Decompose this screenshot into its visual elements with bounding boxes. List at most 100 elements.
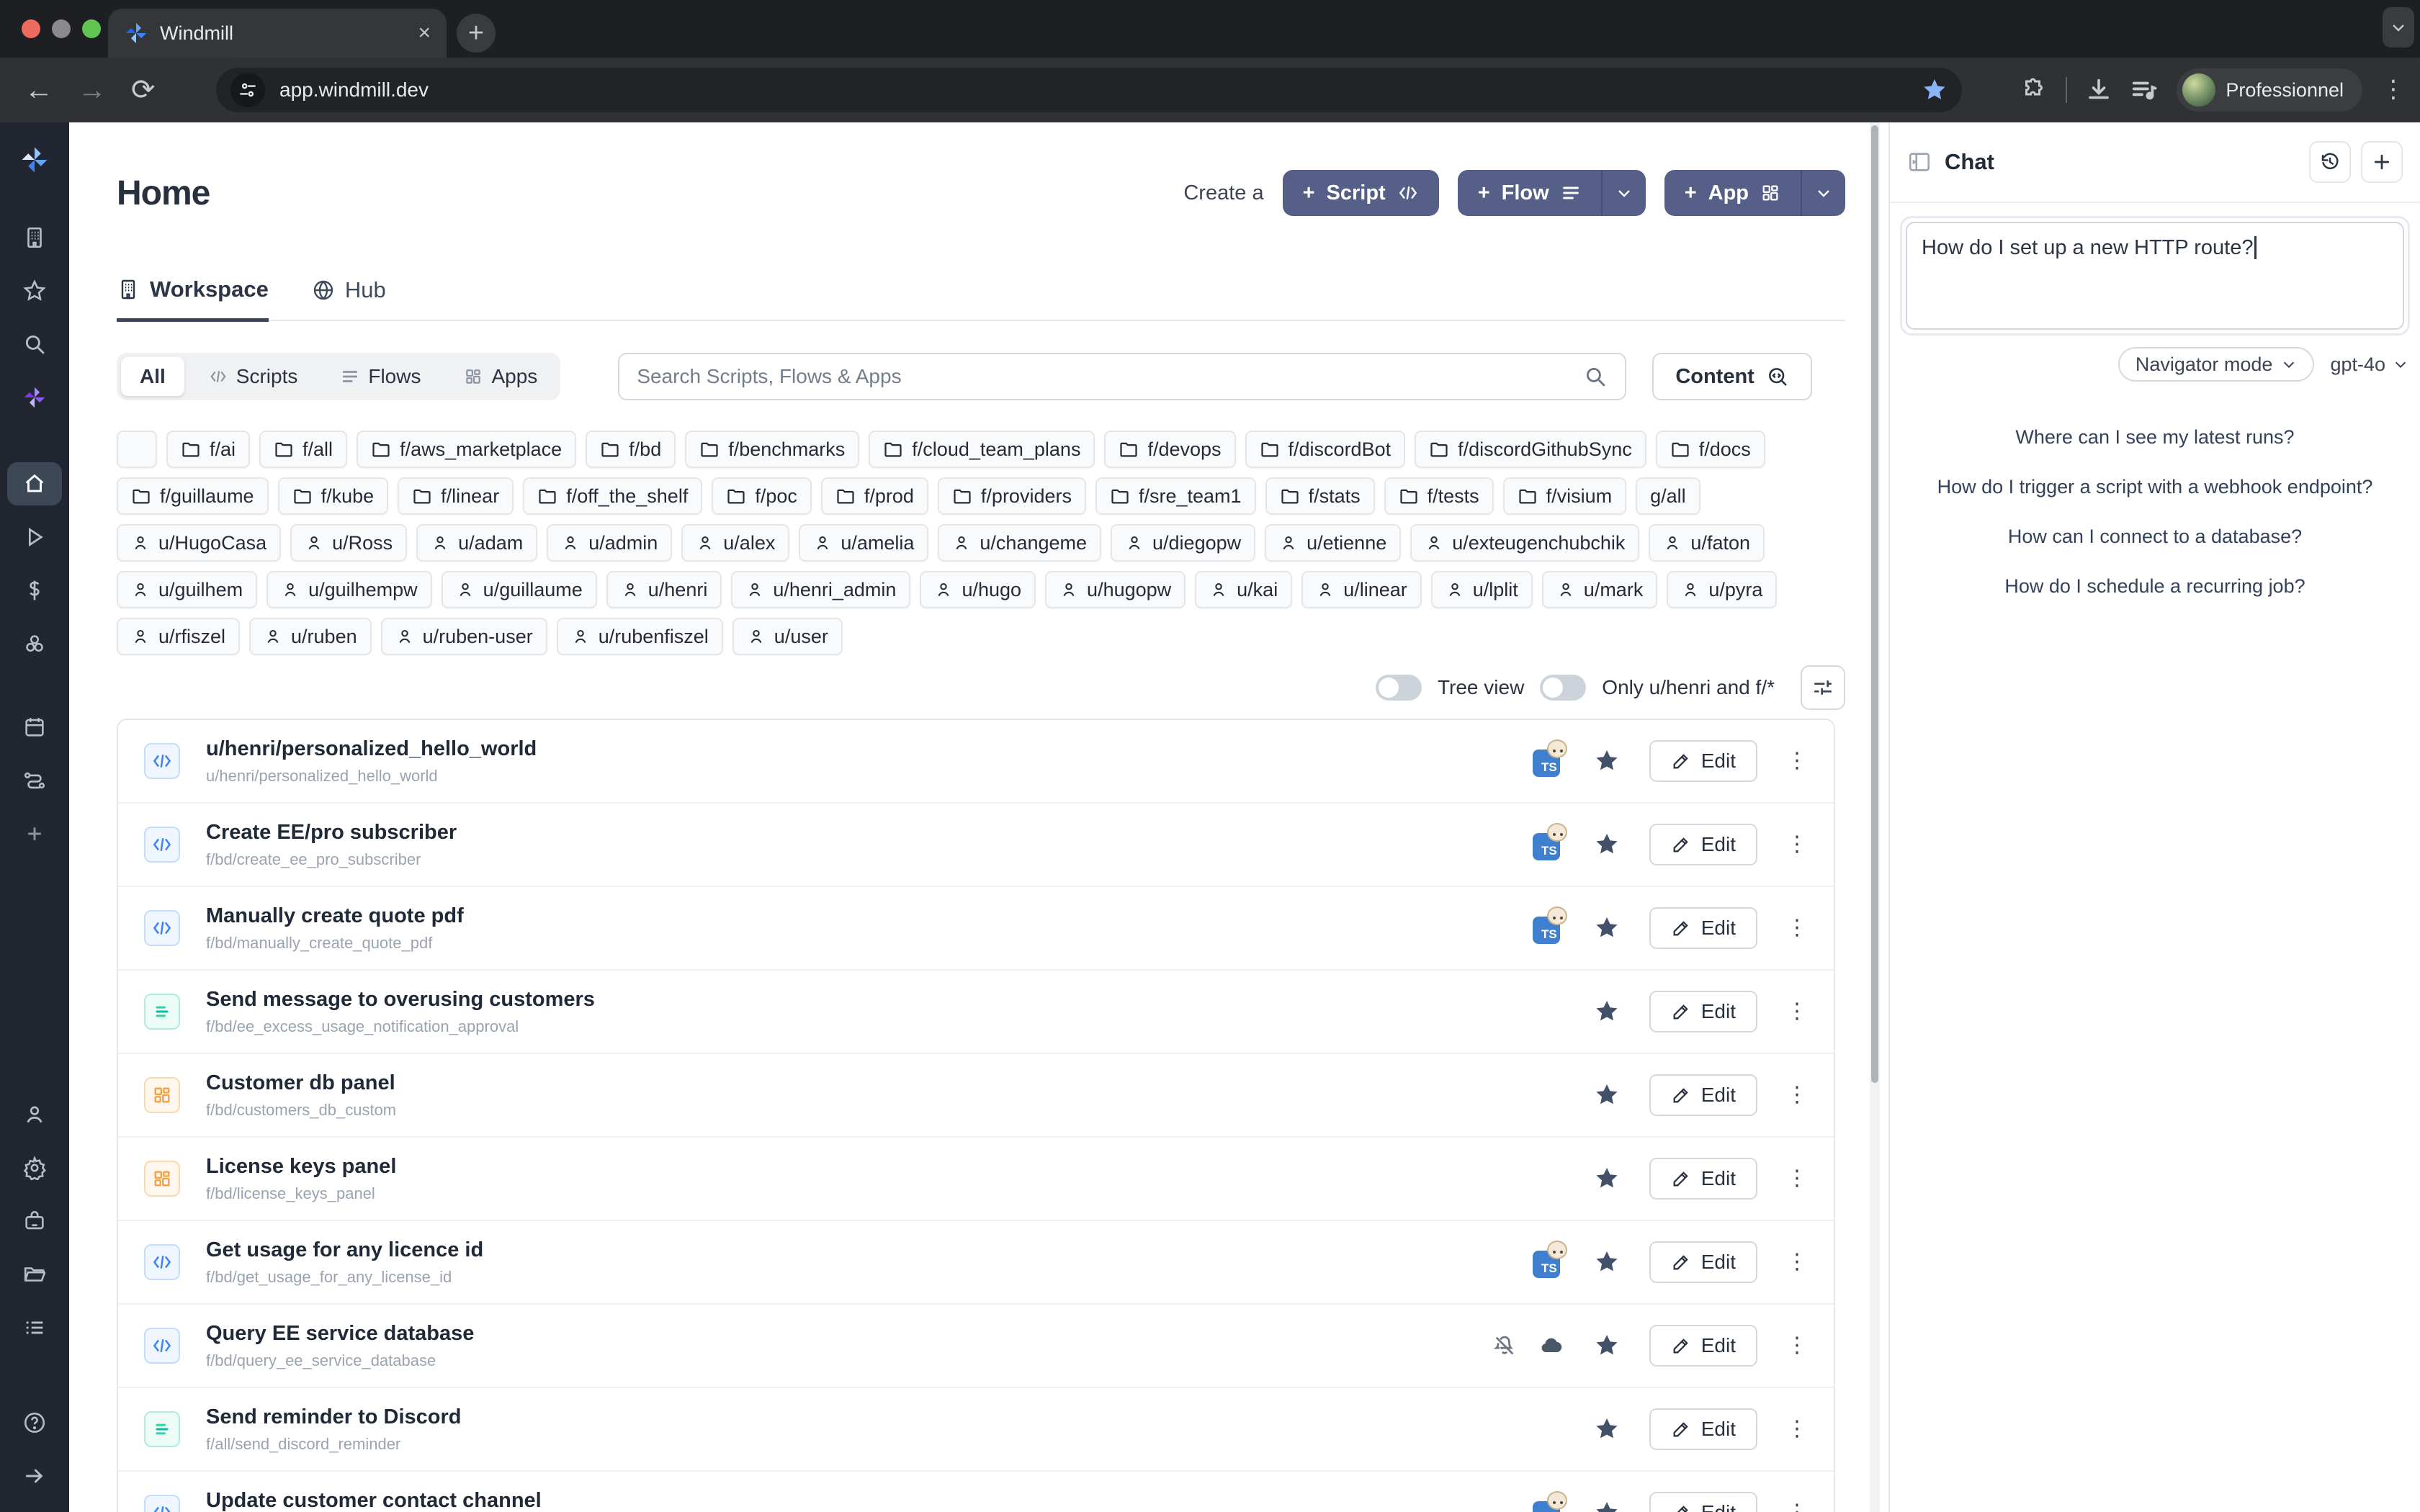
filter-scripts[interactable]: Scripts: [190, 357, 317, 396]
row-menu-icon[interactable]: ⋮: [1786, 1339, 1808, 1352]
edit-button[interactable]: Edit: [1649, 1408, 1757, 1450]
chip-u-alex[interactable]: u/alex: [681, 524, 789, 562]
chat-suggestion[interactable]: How can I connect to a database?: [1890, 526, 2420, 548]
display-settings-button[interactable]: [1801, 665, 1845, 710]
sidebar-item-workers[interactable]: [7, 1200, 62, 1243]
sidebar-item-search[interactable]: [7, 323, 62, 366]
chip-u-kai[interactable]: u/kai: [1195, 571, 1292, 608]
list-item-row[interactable]: u/henri/personalized_hello_world u/henri…: [118, 720, 1834, 804]
create-script-button[interactable]: +Script: [1283, 170, 1439, 216]
chip-u-exteugenchubchik[interactable]: u/exteugenchubchik: [1410, 524, 1639, 562]
chip-u-linear[interactable]: u/linear: [1301, 571, 1422, 608]
edit-button[interactable]: Edit: [1649, 1074, 1757, 1116]
favorite-star-icon[interactable]: [1593, 1081, 1621, 1109]
chip-f-kube[interactable]: f/kube: [278, 477, 389, 515]
list-item-row[interactable]: License keys panel f/bd/license_keys_pan…: [118, 1138, 1834, 1221]
chip-u-etienne[interactable]: u/etienne: [1265, 524, 1401, 562]
chip-u-hugopw[interactable]: u/hugopw: [1045, 571, 1186, 608]
collapse-panel-icon[interactable]: [1907, 150, 1932, 174]
forward-icon[interactable]: →: [78, 74, 107, 107]
sidebar-item-variables[interactable]: [7, 569, 62, 612]
filter-apps[interactable]: Apps: [445, 357, 556, 396]
tree-view-toggle[interactable]: [1376, 675, 1422, 701]
scrollbar-thumb[interactable]: [1871, 125, 1878, 1083]
list-item-row[interactable]: Send reminder to Discord f/all/send_disc…: [118, 1388, 1834, 1472]
windmill-logo-icon[interactable]: [7, 138, 62, 181]
chip-u-adam[interactable]: u/adam: [416, 524, 537, 562]
chip-u-Ross[interactable]: u/Ross: [290, 524, 407, 562]
chip-f-benchmarks[interactable]: f/benchmarks: [685, 431, 859, 468]
create-app-button[interactable]: +App: [1664, 170, 1845, 216]
chip-u-rubenfiszel[interactable]: u/rubenfiszel: [557, 618, 723, 655]
edit-button[interactable]: Edit: [1649, 991, 1757, 1032]
sidebar-item-favorites[interactable]: [7, 269, 62, 312]
main-scrollbar[interactable]: [1870, 122, 1880, 1512]
chip-u-pyra[interactable]: u/pyra: [1667, 571, 1777, 608]
list-item-row[interactable]: Send message to overusing customers f/bd…: [118, 971, 1834, 1054]
list-item-row[interactable]: Update customer contact channel f/bd/upd…: [118, 1472, 1834, 1512]
edit-button[interactable]: Edit: [1649, 907, 1757, 949]
edit-button[interactable]: Edit: [1649, 824, 1757, 865]
chip-u-hugo[interactable]: u/hugo: [920, 571, 1036, 608]
chip-f-all[interactable]: f/all: [259, 431, 347, 468]
chip-u-guilhem[interactable]: u/guilhem: [117, 571, 257, 608]
chip-f-prod[interactable]: f/prod: [821, 477, 928, 515]
bookmark-star-icon[interactable]: [1922, 77, 1948, 103]
url-bar[interactable]: app.windmill.dev: [216, 68, 1962, 112]
sidebar-item-add[interactable]: [7, 812, 62, 855]
sidebar-item-resources[interactable]: [7, 622, 62, 665]
chip-u-guilhempw[interactable]: u/guilhempw: [266, 571, 432, 608]
favorite-star-icon[interactable]: [1593, 914, 1621, 942]
tab-workspace[interactable]: Workspace: [117, 276, 269, 322]
new-chat-button[interactable]: [2361, 141, 2403, 183]
chip-u-mark[interactable]: u/mark: [1542, 571, 1658, 608]
window-minimize-button[interactable]: [52, 19, 71, 38]
window-zoom-button[interactable]: [82, 19, 101, 38]
chat-model-select[interactable]: gpt-4o: [2330, 354, 2408, 376]
favorite-star-icon[interactable]: [1593, 1332, 1621, 1359]
tab-search-button[interactable]: [2383, 7, 2414, 48]
create-flow-button[interactable]: +Flow: [1458, 170, 1646, 216]
chip-f-docs[interactable]: f/docs: [1656, 431, 1765, 468]
list-item-row[interactable]: Manually create quote pdf f/bd/manually_…: [118, 887, 1834, 971]
filter-flows[interactable]: Flows: [322, 357, 439, 396]
sidebar-item-settings[interactable]: [7, 1146, 62, 1189]
chat-suggestion[interactable]: How do I schedule a recurring job?: [1890, 575, 2420, 598]
favorite-star-icon[interactable]: [1593, 998, 1621, 1025]
sidebar-item-schedules[interactable]: [7, 706, 62, 749]
chip-u-guillaume[interactable]: u/guillaume: [442, 571, 597, 608]
list-item-row[interactable]: Query EE service database f/bd/query_ee_…: [118, 1305, 1834, 1388]
chip-u-henri-admin[interactable]: u/henri_admin: [731, 571, 910, 608]
chip-u-HugoCasa[interactable]: u/HugoCasa: [117, 524, 281, 562]
sidebar-item-audit-logs[interactable]: [7, 1306, 62, 1349]
chip-f-linear[interactable]: f/linear: [398, 477, 514, 515]
new-tab-button[interactable]: +: [457, 14, 496, 53]
chip-f-providers[interactable]: f/providers: [938, 477, 1086, 515]
chip-u-ruben[interactable]: u/ruben: [249, 618, 372, 655]
favorite-star-icon[interactable]: [1593, 831, 1621, 858]
chip-u-admin[interactable]: u/admin: [547, 524, 672, 562]
sidebar-item-help[interactable]: [7, 1401, 62, 1444]
app-dropdown-caret[interactable]: [1802, 184, 1845, 202]
favorite-star-icon[interactable]: [1593, 1416, 1621, 1443]
browser-menu-icon[interactable]: ⋮: [2381, 82, 2406, 97]
chip-u-henri[interactable]: u/henri: [606, 571, 722, 608]
sidebar-item-runs[interactable]: [7, 516, 62, 559]
edit-button[interactable]: Edit: [1649, 1325, 1757, 1367]
chip-u-faton[interactable]: u/faton: [1649, 524, 1765, 562]
chip-f-devops[interactable]: f/devops: [1104, 431, 1235, 468]
content-search-button[interactable]: Content: [1652, 353, 1812, 400]
reload-icon[interactable]: ⟳: [131, 73, 156, 107]
chip-g-all[interactable]: g/all: [1636, 477, 1700, 515]
filter-all[interactable]: All: [121, 357, 184, 396]
sidebar-item-ai[interactable]: [7, 376, 62, 419]
site-settings-icon[interactable]: [230, 73, 265, 107]
row-menu-icon[interactable]: ⋮: [1786, 922, 1808, 935]
edit-button[interactable]: Edit: [1649, 740, 1757, 782]
search-input[interactable]: Search Scripts, Flows & Apps: [618, 353, 1626, 400]
sidebar-item-home[interactable]: [7, 462, 62, 505]
row-menu-icon[interactable]: ⋮: [1786, 1506, 1808, 1512]
chip-f-visium[interactable]: f/visium: [1503, 477, 1627, 515]
chip-f-aws-marketplace[interactable]: f/aws_marketplace: [357, 431, 576, 468]
row-menu-icon[interactable]: ⋮: [1786, 1423, 1808, 1436]
